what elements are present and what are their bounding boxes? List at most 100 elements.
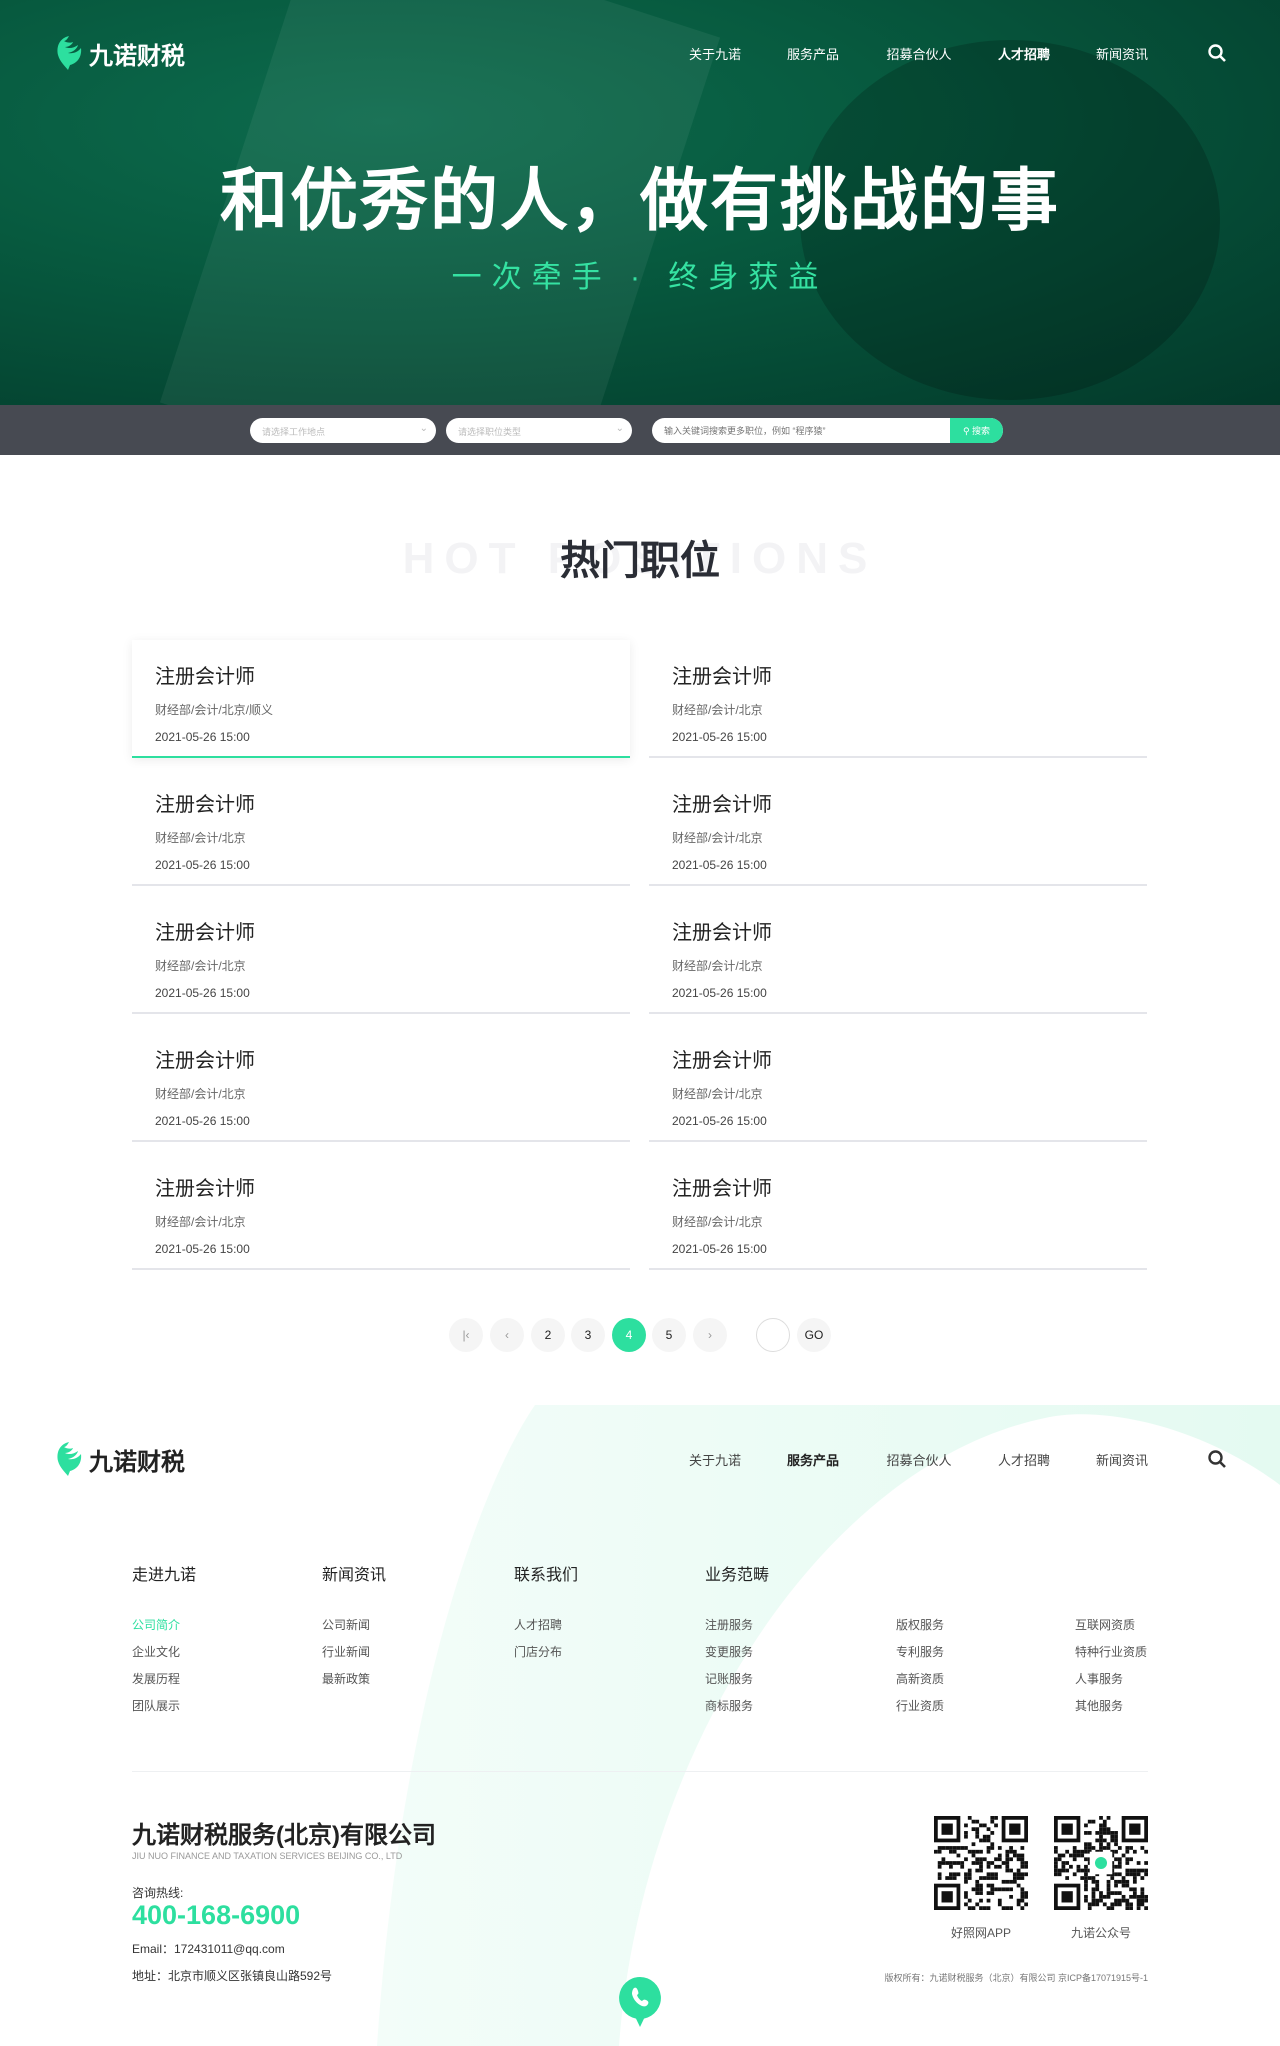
footer-link[interactable]: 注册服务 [705,1616,753,1633]
footer-link[interactable]: 其他服务 [1075,1697,1123,1714]
search-button[interactable]: ⚲ 搜索 [950,418,1003,443]
page-button[interactable]: 3 [571,1318,605,1352]
location-placeholder: 请选择工作地点 [262,427,326,437]
job-card[interactable]: 注册会计师财经部/会计/北京 2021-05-26 15:00 [649,896,1147,1014]
section-header: HOT POSITIONS 热门职位 [0,528,1280,588]
footer-column-heading: 新闻资讯 [322,1567,387,1584]
job-department: 财经部/会计/北京 [155,1087,246,1101]
footer-link[interactable]: 变更服务 [705,1643,753,1660]
email[interactable]: Email：172431011@qq.com [132,1940,285,1957]
hero-subtitle: 一次牵手 · 终身获益 [451,261,829,294]
job-card[interactable]: 注册会计师 财经部/会计/北京 2021-05-26 15:00 [132,768,630,886]
footer-nav-news[interactable]: 新闻资讯 [1096,1450,1148,1469]
footer-link[interactable]: 行业资质 [896,1697,944,1714]
job-date: 2021-05-26 15:00 [672,858,767,872]
hero-title: 和优秀的人，做有挑战的事 [219,163,1060,239]
footer-link[interactable]: 记账服务 [705,1670,753,1687]
job-date: 2021-05-26 15:00 [672,1114,767,1128]
section-title: 热门职位 [560,539,720,583]
footer-nav-about[interactable]: 关于九诺 [689,1450,741,1469]
decorative-arc [377,1405,1280,2046]
job-date: 2021-05-26 15:00 [672,730,767,744]
job-card[interactable]: 注册会计师 财经部/会计/北京 2021-05-26 15:00 [132,896,630,1014]
company-name: 九诺财税服务(北京)有限公司 [132,1822,436,1849]
footer-link[interactable]: 门店分布 [514,1643,562,1660]
search-icon[interactable] [1207,1449,1227,1469]
job-date: 2021-05-26 15:00 [155,1242,250,1256]
nav-about[interactable]: 关于九诺 [689,44,741,63]
job-title: 注册会计师 [155,1050,255,1072]
footer-link[interactable]: 专利服务 [896,1643,944,1660]
footer-link[interactable]: 特种行业资质 [1075,1643,1147,1660]
footer-nav: 九诺财税 关于九诺 服务产品 招募合伙人 人才招聘 新闻资讯 [0,1434,1280,1484]
job-date: 2021-05-26 15:00 [155,986,250,1000]
job-date: 2021-05-26 15:00 [155,1114,250,1128]
qr-code-app [934,1816,1028,1910]
job-card[interactable]: 注册会计师 财经部/会计/北京 2021-05-26 15:00 [132,1152,630,1270]
footer-column-heading: 走进九诺 [132,1567,197,1584]
job-title: 注册会计师 [155,1178,255,1200]
logo-text: 九诺财税 [89,42,185,70]
job-card[interactable]: 注册会计师 财经部/会计/北京 2021-05-26 15:00 [649,1152,1147,1270]
footer-link[interactable]: 人事服务 [1075,1670,1123,1687]
job-title: 注册会计师 [155,666,255,688]
footer-nav-partners[interactable]: 招募合伙人 [886,1450,951,1469]
job-card[interactable]: 注册会计师财经部/会计/北京 2021-05-26 15:00 [132,1024,630,1142]
footer-link[interactable]: 行业新闻 [322,1643,370,1660]
footer-link[interactable]: 最新政策 [322,1670,370,1687]
job-date: 2021-05-26 15:00 [672,1242,767,1256]
address: 地址：北京市顺义区张镇良山路592号 [132,1969,333,1983]
logo[interactable]: 九诺财税 [53,28,185,78]
footer-link[interactable]: 公司简介 [132,1616,180,1633]
job-card[interactable]: 注册会计师 财经部/会计/北京 2021-05-26 15:00 [649,640,1147,758]
first-page-button[interactable]: |‹ [449,1318,483,1352]
job-type-select[interactable]: 请选择职位类型 ⌄ [446,418,632,443]
job-department: 财经部/会计/北京 [155,831,246,845]
nav-partners[interactable]: 招募合伙人 [886,44,951,63]
job-department: 财经部/会计/北京 [672,703,763,717]
page-button-current[interactable]: 4 [612,1318,646,1352]
footer-link[interactable]: 团队展示 [132,1697,180,1714]
location-select[interactable]: 请选择工作地点 ⌄ [250,418,436,443]
footer-column-heading: 联系我们 [514,1567,579,1584]
footer-nav-careers[interactable]: 人才招聘 [998,1450,1050,1469]
footer-link[interactable]: 商标服务 [705,1697,753,1714]
chevron-down-icon: ⌄ [419,423,428,434]
job-card[interactable]: 注册会计师 财经部/会计/北京 2021-05-26 15:00 [649,1024,1147,1142]
hotline-label: 咨询热线: [132,1886,184,1900]
job-card[interactable]: 注册会计师 财经部/会计/北京/顺义 2021-05-26 15:00 [132,640,630,758]
job-department: 财经部/会计/北京 [672,959,763,973]
phone-call-button[interactable] [617,1975,663,2029]
job-card[interactable]: 注册会计师 财经部/会计/北京 2021-05-26 15:00 [649,768,1147,886]
qr-label-wechat: 九诺公众号 [1070,1926,1131,1940]
search-icon: ⚲ [962,426,973,436]
next-page-button[interactable]: › [693,1318,727,1352]
footer-logo[interactable]: 九诺财税 [53,1434,185,1484]
footer-link[interactable]: 人才招聘 [514,1616,562,1633]
footer-link[interactable]: 高新资质 [896,1670,944,1687]
company-name-en: JIU NUO FINANCE AND TAXATION SERVICES BE… [132,1851,403,1861]
page-button[interactable]: 2 [531,1318,565,1352]
job-type-placeholder: 请选择职位类型 [458,427,522,437]
job-date: 2021-05-26 15:00 [155,858,250,872]
go-button[interactable]: GO [797,1318,831,1352]
search-icon[interactable] [1207,43,1227,63]
footer-link[interactable]: 企业文化 [132,1643,180,1660]
footer-divider [132,1771,1148,1772]
prev-page-button[interactable]: ‹ [490,1318,524,1352]
nav-careers[interactable]: 人才招聘 [998,44,1050,63]
footer-link[interactable]: 公司新闻 [322,1616,370,1633]
job-date: 2021-05-26 15:00 [672,986,767,1000]
hotline-number[interactable]: 400-168-6900 [132,1900,300,1931]
footer-link[interactable]: 互联网资质 [1075,1616,1135,1633]
footer-nav-services[interactable]: 服务产品 [787,1450,839,1469]
job-title: 注册会计师 [672,1050,772,1072]
job-title: 注册会计师 [672,922,772,944]
page-button[interactable]: 5 [652,1318,686,1352]
footer-link[interactable]: 发展历程 [132,1670,180,1687]
nav-services[interactable]: 服务产品 [787,44,839,63]
nav-news[interactable]: 新闻资讯 [1096,44,1148,63]
keyword-input[interactable] [652,418,950,443]
page-number-input[interactable] [756,1318,790,1352]
footer-link[interactable]: 版权服务 [896,1616,944,1633]
